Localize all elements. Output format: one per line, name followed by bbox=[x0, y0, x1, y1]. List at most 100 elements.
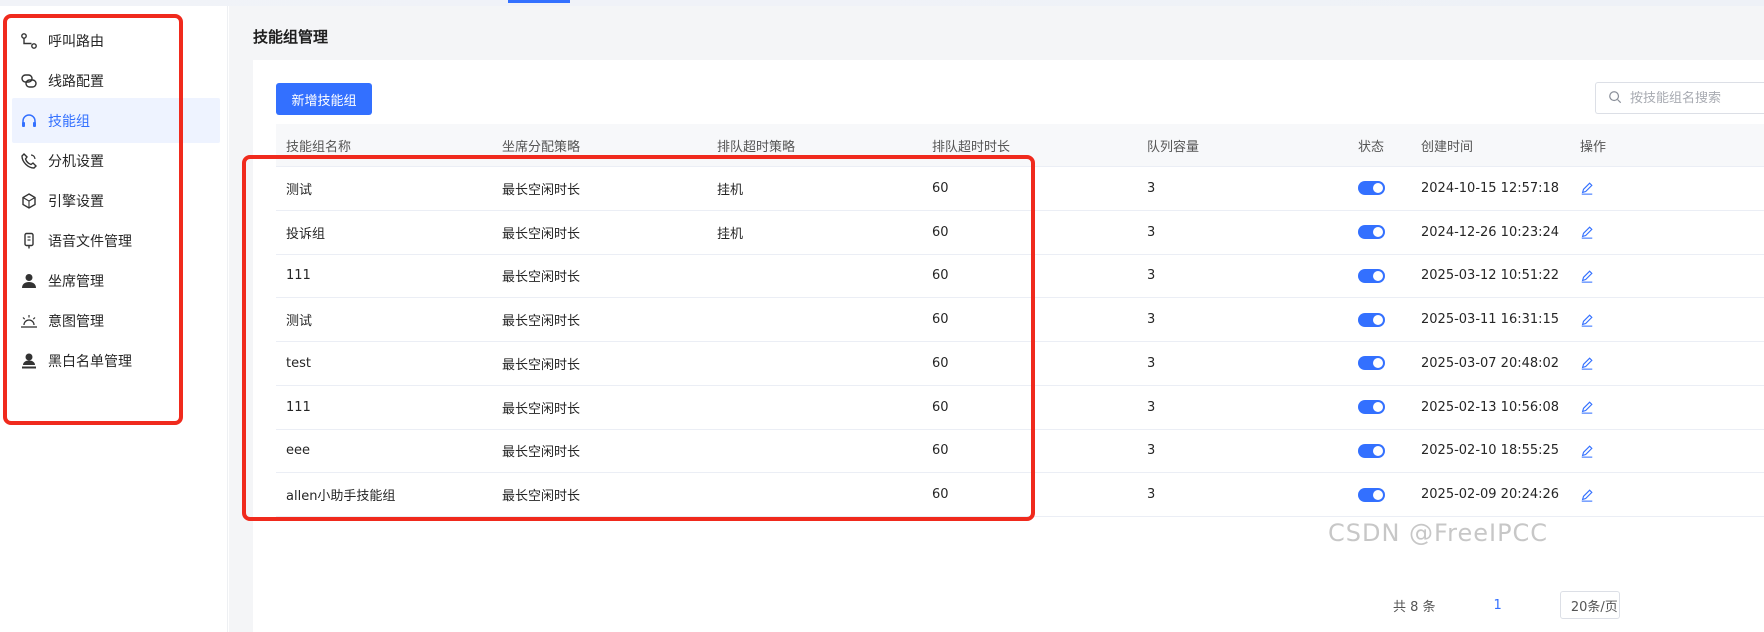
status-toggle[interactable] bbox=[1358, 356, 1385, 371]
cell-name: 111 bbox=[286, 268, 311, 284]
page-size-select[interactable]: 20条/页 bbox=[1559, 591, 1620, 619]
table-row: 测试 最长空闲时长 挂机 60 3 2024-10-15 12:57:18 bbox=[276, 167, 1764, 211]
status-toggle[interactable] bbox=[1358, 400, 1385, 415]
cell-actions bbox=[1570, 443, 1664, 458]
cell-name: 111 bbox=[286, 399, 311, 415]
sidebar-item-8[interactable]: 意图管理 bbox=[12, 298, 220, 343]
edit-icon[interactable] bbox=[1580, 356, 1594, 371]
edit-icon[interactable] bbox=[1580, 225, 1594, 240]
column-header-created: 创建时间 bbox=[1421, 139, 1474, 155]
search-icon bbox=[1608, 89, 1630, 108]
cell-strategy: 最长空闲时长 bbox=[502, 270, 581, 286]
table-row: allen小助手技能组 最长空闲时长 60 3 2025-02-09 20:24:26 bbox=[276, 473, 1764, 517]
cell-capacity: 3 bbox=[1147, 312, 1156, 328]
status-toggle[interactable] bbox=[1358, 181, 1385, 196]
cell-timeout: 60 bbox=[932, 224, 949, 240]
column-header-name: 技能组名称 bbox=[286, 139, 352, 155]
cell-name: 投诉组 bbox=[286, 226, 326, 242]
cell-name: eee bbox=[286, 443, 310, 459]
cell-created: 2024-12-26 10:23:24 bbox=[1421, 224, 1560, 240]
engine-icon bbox=[18, 190, 40, 212]
sidebar-item-label: 线路配置 bbox=[48, 73, 104, 90]
agent-icon bbox=[18, 270, 40, 292]
cell-name: 测试 bbox=[286, 314, 313, 330]
cell-actions bbox=[1570, 225, 1664, 240]
sidebar-item-label: 意图管理 bbox=[48, 313, 104, 330]
sidebar: 呼叫路由线路配置技能组分机设置引擎设置 语音文件管理坐席管理意图管理黑白名单管理 bbox=[0, 6, 228, 632]
add-skill-group-button[interactable]: 新增技能组 bbox=[276, 83, 372, 115]
cell-actions bbox=[1570, 312, 1664, 327]
cell-timeout: 60 bbox=[932, 487, 949, 503]
cell-strategy: 最长空闲时长 bbox=[502, 445, 581, 461]
sidebar-item-7[interactable]: 坐席管理 bbox=[12, 258, 220, 303]
column-header-capacity: 队列容量 bbox=[1147, 139, 1200, 155]
edit-icon[interactable] bbox=[1580, 268, 1594, 283]
cell-created: 2024-10-15 12:57:18 bbox=[1421, 180, 1560, 196]
edit-icon[interactable] bbox=[1580, 487, 1594, 502]
column-header-status: 状态 bbox=[1358, 139, 1385, 155]
search-input[interactable] bbox=[1630, 90, 1760, 106]
cell-status bbox=[1352, 356, 1411, 371]
sidebar-item-3[interactable]: 技能组 bbox=[12, 98, 220, 143]
sidebar-item-4[interactable]: 分机设置 bbox=[12, 138, 220, 183]
table-header: 技能组名称 坐席分配策略 排队超时策略 排队超时时长 队列容量 状态 创建时间 … bbox=[276, 124, 1764, 167]
cell-status bbox=[1352, 268, 1411, 283]
edit-icon[interactable] bbox=[1580, 181, 1594, 196]
cell-strategy: 最长空闲时长 bbox=[502, 182, 581, 198]
cell-created: 2025-03-07 20:48:02 bbox=[1421, 355, 1560, 371]
main-content: 技能组管理 新增技能组 技能组名称 坐席分配策略 排队超时策略 排队超时时长 队… bbox=[229, 6, 1764, 632]
pagination-total: 共 8 条 bbox=[1393, 599, 1436, 615]
cell-status bbox=[1352, 400, 1411, 415]
cell-timeout-strategy: 挂机 bbox=[717, 182, 744, 198]
sidebar-item-5[interactable]: 引擎设置 bbox=[12, 178, 220, 223]
cell-actions bbox=[1570, 356, 1664, 371]
voice-file-icon bbox=[18, 230, 40, 252]
pagination: 共 8 条 1 20条/页 bbox=[1393, 591, 1620, 619]
cell-timeout: 60 bbox=[932, 399, 949, 415]
status-toggle[interactable] bbox=[1358, 268, 1385, 283]
cell-name: 测试 bbox=[286, 182, 313, 198]
line-config-icon bbox=[18, 70, 40, 92]
skill-group-table: 技能组名称 坐席分配策略 排队超时策略 排队超时时长 队列容量 状态 创建时间 … bbox=[276, 124, 1764, 517]
phone-icon bbox=[18, 150, 40, 172]
cell-status bbox=[1352, 487, 1411, 502]
cell-status bbox=[1352, 312, 1411, 327]
cell-created: 2025-02-10 18:55:25 bbox=[1421, 443, 1560, 459]
cell-status bbox=[1352, 181, 1411, 196]
status-toggle[interactable] bbox=[1358, 312, 1385, 327]
status-toggle[interactable] bbox=[1358, 443, 1385, 458]
cell-timeout: 60 bbox=[932, 180, 949, 196]
cell-name: allen小助手技能组 bbox=[286, 489, 396, 505]
cell-timeout: 60 bbox=[932, 355, 949, 371]
sidebar-item-6[interactable]: 语音文件管理 bbox=[12, 218, 220, 263]
cell-capacity: 3 bbox=[1147, 268, 1156, 284]
table-row: 投诉组 最长空闲时长 挂机 60 3 2024-12-26 10:23:24 bbox=[276, 211, 1764, 255]
cell-strategy: 最长空闲时长 bbox=[502, 401, 581, 417]
cell-actions bbox=[1570, 181, 1664, 196]
cell-timeout: 60 bbox=[932, 312, 949, 328]
edit-icon[interactable] bbox=[1580, 312, 1594, 327]
cell-strategy: 最长空闲时长 bbox=[502, 314, 581, 330]
table-row: eee 最长空闲时长 60 3 2025-02-10 18:55:25 bbox=[276, 430, 1764, 474]
sidebar-item-9[interactable]: 黑白名单管理 bbox=[12, 338, 220, 383]
table-row: test 最长空闲时长 60 3 2025-03-07 20:48:02 bbox=[276, 342, 1764, 386]
cell-status bbox=[1352, 225, 1411, 240]
intent-icon bbox=[18, 310, 40, 332]
cell-timeout: 60 bbox=[932, 268, 949, 284]
cell-actions bbox=[1570, 400, 1664, 415]
cell-actions bbox=[1570, 487, 1664, 502]
edit-icon[interactable] bbox=[1580, 400, 1594, 415]
sidebar-item-label: 坐席管理 bbox=[48, 273, 104, 290]
cell-capacity: 3 bbox=[1147, 399, 1156, 415]
status-toggle[interactable] bbox=[1358, 487, 1385, 502]
status-toggle[interactable] bbox=[1358, 225, 1385, 240]
sidebar-item-2[interactable]: 线路配置 bbox=[12, 58, 220, 103]
table-body: 测试 最长空闲时长 挂机 60 3 2024-10-15 12:57:18 投诉组 最长空闲时… bbox=[276, 167, 1764, 517]
pagination-current-page[interactable]: 1 bbox=[1494, 598, 1502, 613]
sidebar-item-1[interactable]: 呼叫路由 bbox=[12, 18, 220, 63]
column-header-strategy: 坐席分配策略 bbox=[502, 139, 581, 155]
sidebar-item-label: 分机设置 bbox=[48, 153, 104, 170]
search-box[interactable] bbox=[1595, 82, 1764, 114]
edit-icon[interactable] bbox=[1580, 443, 1594, 458]
column-header-actions: 操作 bbox=[1580, 139, 1607, 155]
